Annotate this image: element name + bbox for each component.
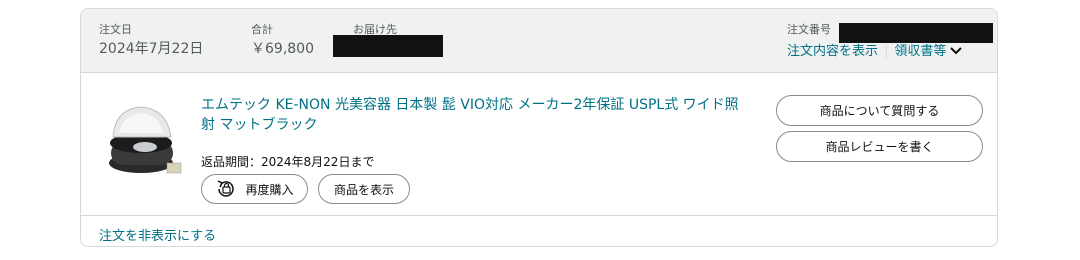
view-item-label: 商品を表示 [333,182,394,197]
product-title-link[interactable]: エムテック KE-NON 光美容器 日本製 髭 VIO対応 メーカー2年保証 U… [201,95,741,135]
order-total: ￥69,800 [251,41,314,57]
write-review-label: 商品レビューを書く [825,140,934,154]
link-separator: | [884,44,889,59]
order-number-block: 注文番号 [787,23,831,37]
ask-question-button[interactable]: 商品について質問する [776,95,983,126]
receipt-link[interactable]: 領収書等 [894,44,946,59]
order-details-link[interactable]: 注文内容を表示 [787,44,878,59]
ship-to-redaction [333,35,443,57]
order-total-label: 合計 [251,23,273,36]
product-image[interactable] [105,103,187,183]
order-footer: 注文を非表示にする [81,215,997,246]
chevron-down-icon[interactable] [950,44,963,59]
write-review-button[interactable]: 商品レビューを書く [776,131,983,162]
buy-again-label: 再度購入 [245,182,294,197]
order-total-block: 合計 ￥69,800 [251,23,314,59]
order-header: 注文日 2024年7月22日 合計 ￥69,800 お届け先 注文番号 注文内容… [81,9,997,73]
view-item-button[interactable]: 商品を表示 [318,174,410,204]
order-card: 注文日 2024年7月22日 合計 ￥69,800 お届け先 注文番号 注文内容… [80,8,998,247]
order-date-block: 注文日 2024年7月22日 [99,23,203,59]
order-item-section: エムテック KE-NON 光美容器 日本製 髭 VIO対応 メーカー2年保証 U… [81,73,997,215]
hide-order-link[interactable]: 注文を非表示にする [99,225,216,244]
order-date: 2024年7月22日 [99,41,204,57]
order-header-links: 注文内容を表示 | 領収書等 [787,40,963,59]
return-window: 返品期間：2024年8月22日まで [201,155,375,169]
buy-again-button[interactable]: 再度購入 [201,174,308,204]
order-number-label: 注文番号 [787,23,831,36]
order-date-label: 注文日 [99,23,132,36]
ask-question-label: 商品について質問する [819,104,940,118]
buy-again-icon [215,178,237,200]
